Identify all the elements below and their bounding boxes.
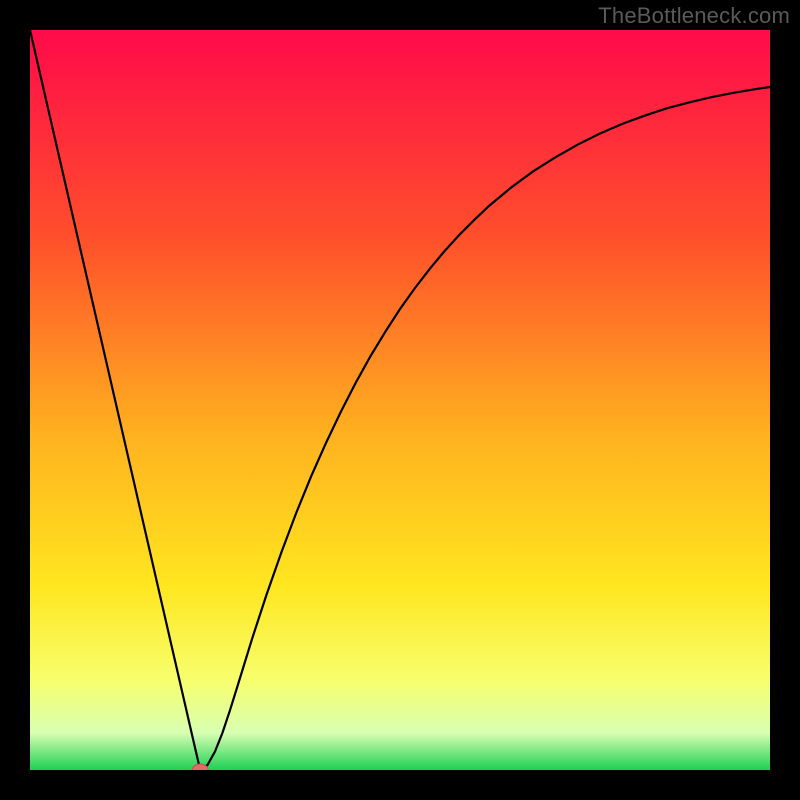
plot-area bbox=[30, 30, 770, 770]
gradient-background bbox=[30, 30, 770, 770]
chart-frame: TheBottleneck.com bbox=[0, 0, 800, 800]
bottleneck-curve-chart bbox=[30, 30, 770, 770]
watermark-text: TheBottleneck.com bbox=[598, 3, 790, 29]
